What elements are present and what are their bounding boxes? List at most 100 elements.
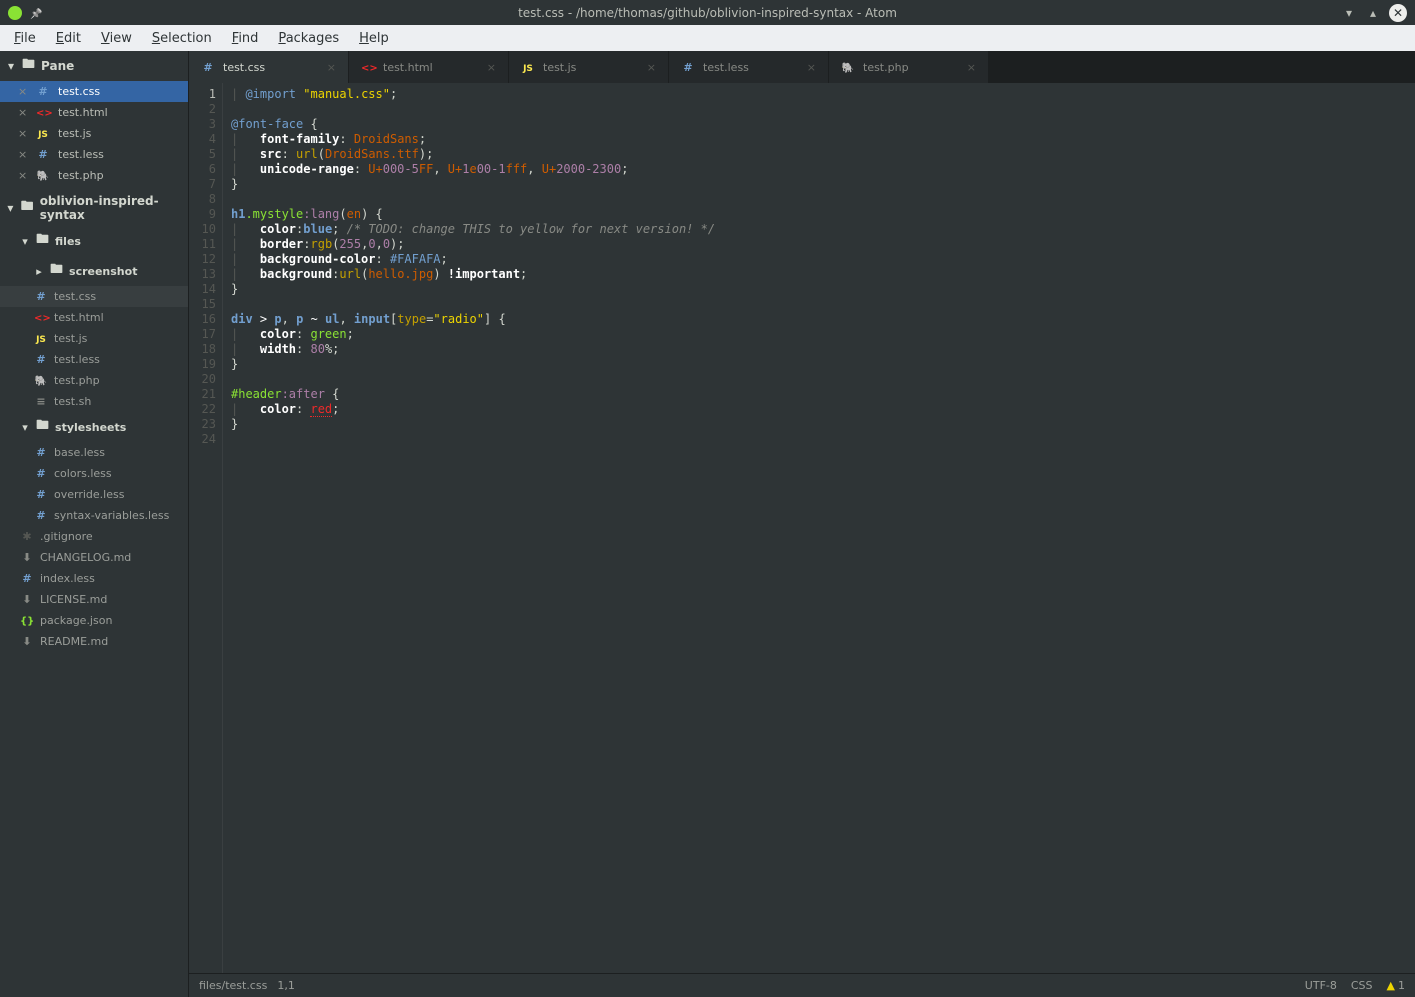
tree-file[interactable]: base.less: [0, 442, 188, 463]
open-file-label: test.css: [58, 85, 100, 98]
md-file-icon: [20, 635, 34, 648]
tree-file[interactable]: test.html: [0, 307, 188, 328]
open-file-item[interactable]: ×test.js: [0, 123, 188, 144]
editor-tab[interactable]: test.css×: [189, 51, 349, 83]
app-icon: [8, 6, 22, 20]
close-icon[interactable]: ×: [18, 169, 28, 182]
tree-label: override.less: [54, 488, 124, 501]
window-close-icon[interactable]: ✕: [1389, 4, 1407, 22]
tree-file[interactable]: CHANGELOG.md: [0, 547, 188, 568]
folder-icon: [36, 230, 49, 252]
less-file-icon: [36, 148, 50, 161]
open-file-item[interactable]: × test.php: [0, 165, 188, 186]
folder-icon: [22, 55, 35, 77]
json-file-icon: [20, 614, 34, 627]
tree-folder[interactable]: ▾ stylesheets: [0, 412, 188, 442]
editor-tab[interactable]: test.php×: [829, 51, 989, 83]
menu-packages[interactable]: Packages: [270, 29, 347, 48]
status-warnings[interactable]: 1: [1387, 979, 1405, 992]
tree-file[interactable]: package.json: [0, 610, 188, 631]
folder-icon: [21, 197, 34, 219]
close-icon[interactable]: ×: [18, 85, 28, 98]
tree-file[interactable]: index.less: [0, 568, 188, 589]
close-icon[interactable]: ×: [807, 61, 816, 74]
status-language[interactable]: CSS: [1351, 979, 1373, 992]
pane-title: Pane: [41, 59, 74, 73]
tree-file[interactable]: .gitignore: [0, 526, 188, 547]
status-cursor[interactable]: 1,1: [277, 979, 295, 992]
tree-file[interactable]: LICENSE.md: [0, 589, 188, 610]
menu-bar: FileEditViewSelectionFindPackagesHelp: [0, 25, 1415, 51]
tree-label: test.php: [54, 374, 100, 387]
tree-file[interactable]: README.md: [0, 631, 188, 652]
tab-bar: test.css×test.html×test.js×test.less×tes…: [189, 51, 1415, 83]
less-file-icon: [681, 61, 695, 74]
menu-file[interactable]: File: [6, 29, 44, 48]
open-file-item[interactable]: × test.css: [0, 81, 188, 102]
status-encoding[interactable]: UTF-8: [1305, 979, 1337, 992]
editor-tab[interactable]: test.html×: [349, 51, 509, 83]
project-root[interactable]: ▾ oblivion-inspired-syntax: [0, 190, 188, 226]
status-path[interactable]: files/test.css: [199, 979, 267, 992]
tree-label: screenshot: [69, 265, 137, 278]
css-file-icon: [34, 290, 48, 303]
window-maximize-icon[interactable]: ▴: [1365, 5, 1381, 21]
editor-area: test.css×test.html×test.js×test.less×tes…: [189, 51, 1415, 997]
tree-file[interactable]: syntax-variables.less: [0, 505, 188, 526]
tree-file[interactable]: override.less: [0, 484, 188, 505]
chevron-right-icon: ▸: [34, 265, 44, 278]
css-file-icon: [36, 85, 50, 98]
close-icon[interactable]: ×: [18, 148, 28, 161]
close-icon[interactable]: ×: [967, 61, 976, 74]
close-icon[interactable]: ×: [18, 127, 28, 140]
md-file-icon: [20, 551, 34, 564]
menu-edit[interactable]: Edit: [48, 29, 89, 48]
menu-find[interactable]: Find: [224, 29, 267, 48]
less-file-icon: [34, 509, 48, 522]
tree-label: syntax-variables.less: [54, 509, 169, 522]
css-file-icon: [201, 61, 215, 74]
project-root-label: oblivion-inspired-syntax: [40, 194, 182, 222]
close-icon[interactable]: ×: [647, 61, 656, 74]
text-file-icon: [34, 395, 48, 408]
tree-folder[interactable]: ▾files: [0, 226, 188, 256]
tree-label: test.css: [54, 290, 96, 303]
tree-file[interactable]: test.css: [0, 286, 188, 307]
md-file-icon: [20, 593, 34, 606]
tab-label: test.less: [703, 61, 749, 74]
menu-selection[interactable]: Selection: [144, 29, 220, 48]
less-file-icon: [34, 488, 48, 501]
open-file-item[interactable]: × test.less: [0, 144, 188, 165]
less-file-icon: [34, 467, 48, 480]
close-icon[interactable]: ×: [18, 106, 28, 119]
open-file-item[interactable]: ×test.html: [0, 102, 188, 123]
tree-folder[interactable]: ▸ screenshot: [0, 256, 188, 286]
pane-header[interactable]: ▾ Pane: [0, 51, 188, 81]
open-file-label: test.less: [58, 148, 104, 161]
close-icon[interactable]: ×: [327, 61, 336, 74]
tree-file[interactable]: test.sh: [0, 391, 188, 412]
code-editor[interactable]: 123456789101112131415161718192021222324 …: [189, 83, 1415, 973]
menu-help[interactable]: Help: [351, 29, 397, 48]
tree-file[interactable]: colors.less: [0, 463, 188, 484]
tree-file[interactable]: test.js: [0, 328, 188, 349]
menu-view[interactable]: View: [93, 29, 140, 48]
close-icon[interactable]: ×: [487, 61, 496, 74]
tree-label: stylesheets: [55, 421, 126, 434]
code-content[interactable]: | @import "manual.css"; @font-face { | f…: [223, 83, 1415, 973]
less-file-icon: [20, 572, 34, 585]
git-file-icon: [20, 530, 34, 543]
editor-tab[interactable]: test.js×: [509, 51, 669, 83]
editor-tab[interactable]: test.less ×: [669, 51, 829, 83]
chevron-down-icon: ▾: [20, 235, 30, 248]
window-minimize-icon[interactable]: ▾: [1341, 5, 1357, 21]
php-file-icon: [34, 374, 48, 387]
line-gutter: 123456789101112131415161718192021222324: [189, 83, 223, 973]
js-file-icon: [34, 332, 48, 345]
tree-file[interactable]: test.less: [0, 349, 188, 370]
tree-label: .gitignore: [40, 530, 93, 543]
tree-file[interactable]: test.php: [0, 370, 188, 391]
pin-icon[interactable]: [30, 6, 42, 20]
open-file-label: test.php: [58, 169, 104, 182]
chevron-down-icon: ▾: [20, 421, 30, 434]
